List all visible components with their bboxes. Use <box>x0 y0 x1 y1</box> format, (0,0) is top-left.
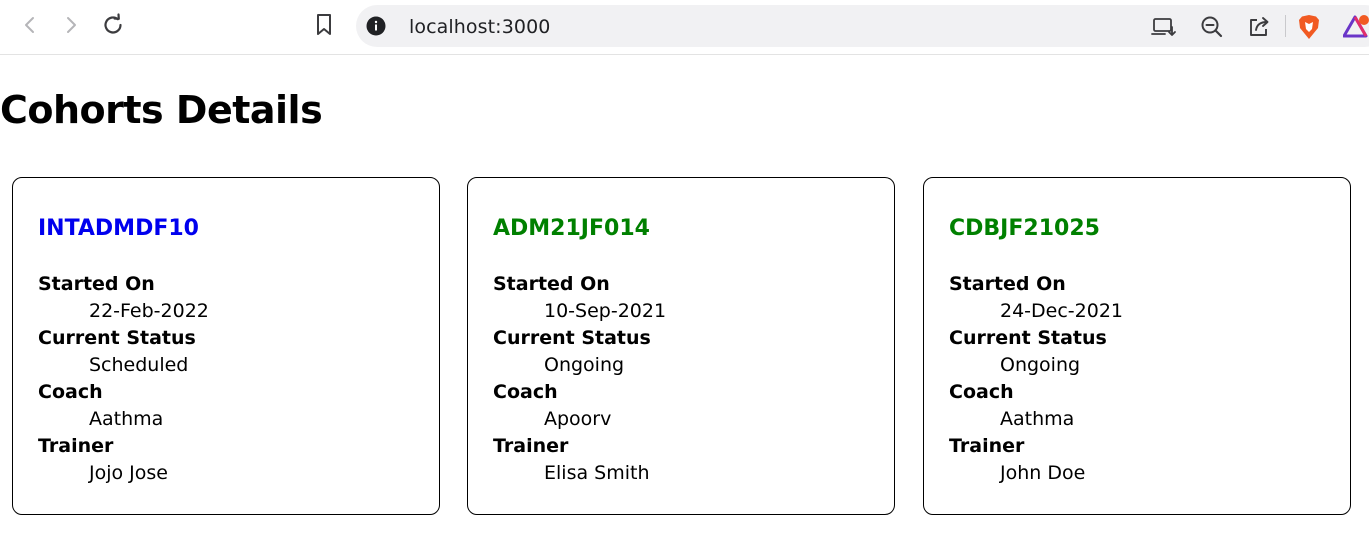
cohort-details: Started On 10-Sep-2021 Current Status On… <box>493 271 666 487</box>
cohort-code: ADM21JF014 <box>493 216 650 241</box>
field-value-started-on: 22-Feb-2022 <box>89 300 209 322</box>
info-icon[interactable] <box>366 16 386 36</box>
brave-shield-icon[interactable] <box>1296 14 1322 40</box>
field-label-coach: Coach <box>493 381 558 403</box>
field-label-current-status: Current Status <box>38 327 196 349</box>
install-app-icon[interactable] <box>1151 14 1177 40</box>
field-label-started-on: Started On <box>493 273 610 295</box>
field-label-current-status: Current Status <box>949 327 1107 349</box>
field-value-current-status: Ongoing <box>544 354 625 376</box>
field-label-coach: Coach <box>949 381 1014 403</box>
cohort-card: INTADMDF10 Started On 22-Feb-2022 Curren… <box>12 177 440 515</box>
bookmark-icon[interactable] <box>309 10 339 40</box>
field-value-coach: Aathma <box>89 408 164 430</box>
url-text[interactable]: localhost:3000 <box>409 16 550 38</box>
reload-icon[interactable] <box>98 10 128 40</box>
forward-arrow-icon[interactable] <box>56 10 86 40</box>
field-value-trainer: Elisa Smith <box>544 462 650 484</box>
zoom-out-icon[interactable] <box>1199 14 1225 40</box>
field-label-coach: Coach <box>38 381 103 403</box>
field-value-trainer: John Doe <box>1000 462 1086 484</box>
toolbar-separator <box>1285 15 1286 37</box>
browser-toolbar: localhost:3000 <box>0 0 1369 55</box>
page-title: Cohorts Details <box>0 88 323 132</box>
field-value-current-status: Ongoing <box>1000 354 1081 376</box>
field-value-current-status: Scheduled <box>89 354 189 376</box>
field-value-coach: Apoorv <box>544 408 612 430</box>
back-arrow-icon[interactable] <box>15 10 45 40</box>
cohort-details: Started On 24-Dec-2021 Current Status On… <box>949 271 1123 487</box>
address-bar[interactable]: localhost:3000 <box>356 5 1369 47</box>
field-value-started-on: 10-Sep-2021 <box>544 300 667 322</box>
cohort-details: Started On 22-Feb-2022 Current Status Sc… <box>38 271 209 487</box>
field-label-trainer: Trainer <box>493 435 569 457</box>
field-label-trainer: Trainer <box>949 435 1025 457</box>
field-value-coach: Aathma <box>1000 408 1075 430</box>
field-label-started-on: Started On <box>38 273 155 295</box>
cohort-card: CDBJF21025 Started On 24-Dec-2021 Curren… <box>923 177 1351 515</box>
share-icon[interactable] <box>1246 14 1272 40</box>
field-label-trainer: Trainer <box>38 435 114 457</box>
cohort-card: ADM21JF014 Started On 10-Sep-2021 Curren… <box>467 177 895 515</box>
cohort-code: CDBJF21025 <box>949 216 1100 241</box>
cohort-code: INTADMDF10 <box>38 216 199 241</box>
brave-rewards-icon[interactable] <box>1343 14 1369 40</box>
field-value-trainer: Jojo Jose <box>89 462 168 484</box>
field-value-started-on: 24-Dec-2021 <box>1000 300 1124 322</box>
field-label-started-on: Started On <box>949 273 1066 295</box>
field-label-current-status: Current Status <box>493 327 651 349</box>
